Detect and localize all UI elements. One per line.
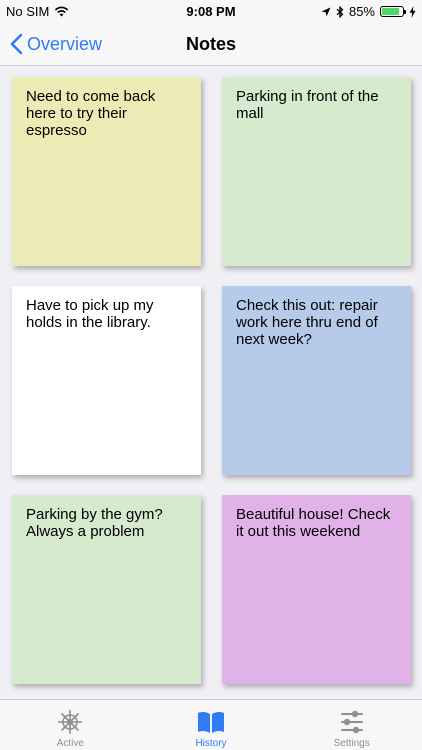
notes-grid: Need to come back here to try their espr… — [0, 66, 422, 698]
note-card[interactable]: Need to come back here to try their espr… — [12, 77, 201, 266]
navigation-bar: Overview Notes — [0, 22, 422, 66]
ship-wheel-icon — [58, 710, 83, 734]
tab-label: Active — [56, 738, 84, 749]
tab-history[interactable]: History — [141, 700, 282, 750]
location-arrow-icon — [321, 7, 331, 16]
open-book-icon — [198, 711, 224, 733]
tab-active[interactable]: Active — [0, 700, 141, 750]
battery-icon — [380, 6, 406, 17]
tab-label: Settings — [333, 738, 370, 749]
tab-label: History — [195, 738, 227, 749]
note-card[interactable]: Have to pick up my holds in the library. — [12, 286, 201, 475]
note-card[interactable]: Parking by the gym? Always a problem — [12, 495, 201, 684]
sliders-icon — [340, 710, 363, 734]
note-card[interactable]: Parking in front of the mall — [222, 77, 411, 266]
status-bar: No SIM 9:08 PM 85% — [0, 0, 422, 22]
charging-bolt-icon — [409, 5, 416, 18]
note-card[interactable]: Beautiful house! Check it out this weeke… — [222, 495, 411, 684]
tab-settings[interactable]: Settings — [281, 700, 422, 750]
battery-percent: 85% — [348, 4, 375, 19]
page-title: Notes — [185, 34, 236, 54]
tab-bar: Active History Settings — [0, 699, 422, 750]
note-card[interactable]: Check this out: repair work here thru en… — [222, 286, 411, 475]
bluetooth-icon — [336, 5, 344, 18]
status-bar-right: 85% — [321, 4, 416, 19]
battery-level-fill — [382, 8, 399, 15]
